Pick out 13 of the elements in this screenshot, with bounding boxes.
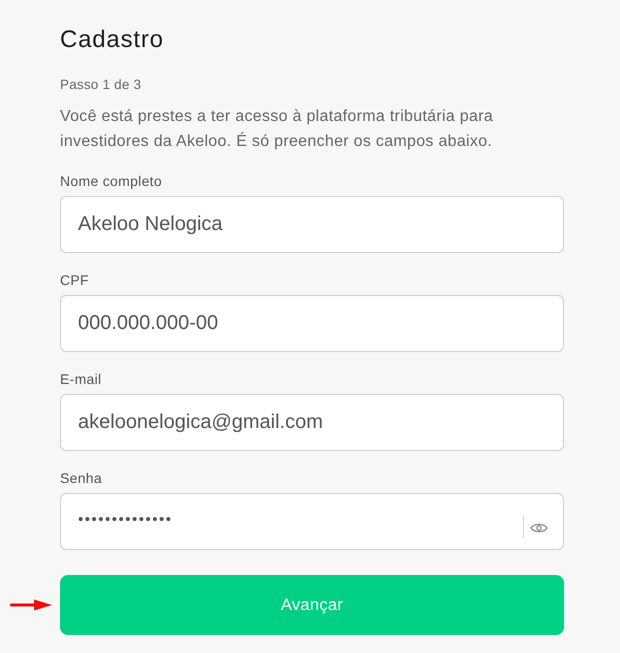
- intro-text: Você está prestes a ter acesso à plataforma tributária para investidores da Akeloo. É só preencher os campos abaixo.: [60, 107, 494, 152]
- eye-icon[interactable]: [530, 522, 548, 534]
- field-label: CPF: [60, 271, 89, 289]
- page-title: Cadastro: [60, 25, 164, 55]
- field-label: Nome completo: [60, 172, 162, 190]
- pointer-arrow: [10, 599, 52, 611]
- input-field[interactable]: 000.000.000-00: [60, 295, 564, 352]
- input-field[interactable]: akeloonelogica@gmail.com: [60, 394, 564, 451]
- step-indicator: Passo 1 de 3: [60, 76, 142, 94]
- field-label: E-mail: [60, 370, 102, 388]
- input-field[interactable]: Akeloo Nelogica: [60, 196, 564, 253]
- field-label: Senha: [60, 469, 102, 487]
- password-field[interactable]: ••••••••••••••: [60, 493, 564, 550]
